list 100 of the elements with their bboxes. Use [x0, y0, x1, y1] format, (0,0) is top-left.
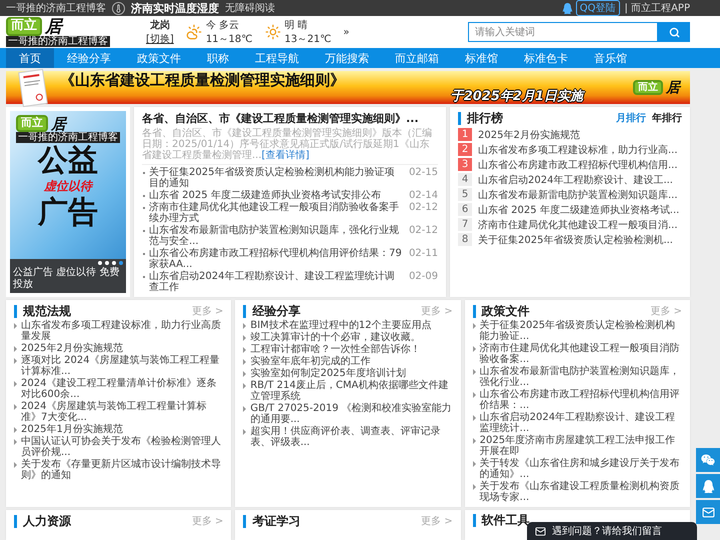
section-title: 人力资源 [14, 514, 192, 528]
slide-dot[interactable] [119, 261, 123, 265]
weather-link[interactable]: 济南实时温度湿度 [131, 0, 219, 16]
slide-dot[interactable] [98, 261, 102, 265]
news-link[interactable]: 山东省公布房建市政工程招标代理机构信用评价结果：79家获AA... [142, 248, 403, 270]
nav-tab[interactable]: 经验分享 [54, 48, 124, 68]
article-link[interactable]: 超实用！供应商评价表、调查表、评审记录表、评级表... [243, 426, 453, 448]
ad-heading: 公益 [38, 144, 98, 176]
article-link[interactable]: 关于发布《存量更新片区城市设计编制技术导则》的通知 [14, 459, 224, 481]
article-link[interactable]: 2025年度济南市房屋建筑工程工法申报工作开展在即 [472, 435, 682, 457]
sun-cloud-icon [186, 24, 202, 40]
nav-tab[interactable]: 标准色卡 [511, 48, 581, 68]
tagline-text: 一哥推的济南工程博客 [6, 2, 106, 15]
ranking-link[interactable]: 济南市住建局优化其他建设工程一般项目消... [478, 218, 678, 232]
accessibility-link[interactable]: 无障碍阅读 [225, 1, 275, 15]
nav-tab[interactable]: 职称 [194, 48, 242, 68]
ranking-link[interactable]: 关于征集2025年省级资质认定检验检测机... [478, 232, 673, 246]
more-weather-link[interactable]: » [343, 26, 350, 38]
float-button[interactable] [696, 500, 720, 524]
search-field[interactable]: 请输入关键词 [468, 22, 658, 42]
search-icon [668, 26, 680, 38]
slide-dot[interactable] [105, 261, 109, 265]
article-link[interactable]: 工程审计都审啥？一次性全部告诉你！ [243, 344, 453, 355]
article-link[interactable]: 山东省公布房建市政工程招标代理机构信用评价结果：... [472, 389, 682, 411]
ranking-link[interactable]: 2025年2月份实施规范 [478, 128, 580, 142]
summary-text: 各省、自治区、市《建设工程质量检测管理实施细则》版本（汇编日期：2025/01/14）序号征求意见稿正式版/试行版延期1《山东省建设工程质量检测管理...[查看详情] [142, 128, 433, 161]
rank-number: 1 [458, 128, 472, 141]
news-date: 02-11 [408, 248, 438, 259]
sun-icon [264, 24, 280, 40]
news-date: 02-12 [408, 225, 438, 236]
article-link[interactable]: 济南市住建局优化其他建设工程一般项目消防验收备案... [472, 343, 682, 365]
news-link[interactable]: 济南市住建局优化其他建设工程一般项目消防验收备案手续办理方式 [142, 202, 403, 224]
article-link[interactable]: 山东省发布多项工程建设标准，助力行业高质量发展 [14, 320, 224, 342]
article-link[interactable]: BIM技术在监理过程中的12个主要应用点 [243, 320, 453, 331]
news-link[interactable]: 山东省发布最新雷电防护装置检测知识题库，强化行业规范与安全... [142, 225, 403, 247]
logo-mark: 而立 [633, 80, 663, 96]
forecast-label: 今 多云 [206, 19, 240, 32]
section-title: 考证学习 [243, 514, 422, 528]
switch-link[interactable]: [切换] [146, 32, 174, 46]
article-link[interactable]: 中国认证认可协会关于发布《检验检测管理人员评价规... [14, 436, 224, 458]
rank-number: 4 [458, 173, 472, 186]
banner-subtitle: 于2025年2月1日实施 [450, 88, 583, 104]
article-link[interactable]: 关于转发《山东省住房和城乡建设厅关于发布的通知》... [472, 458, 682, 480]
banner-title: 《山东省建设工程质量检测管理实施细则》 [60, 72, 346, 88]
logo-glyph: 居 [51, 116, 66, 132]
article-link[interactable]: 关于发布《山东省建设工程质量检测机构资质现场专家... [472, 481, 682, 503]
rank-number: 7 [458, 218, 472, 231]
ranking-tab[interactable]: 年排行 [652, 111, 682, 125]
nav-tab[interactable]: 首页 [6, 48, 54, 68]
ranking-link[interactable]: 山东省启动2024年工程勘察设计、建设工... [478, 172, 673, 186]
slide-dot[interactable] [112, 261, 116, 265]
envelope-icon [535, 526, 546, 536]
ranking-link[interactable]: 山东省 2025 年度二级建造师执业资格考试... [478, 202, 680, 216]
rank-number: 6 [458, 203, 472, 216]
section-title: 政策文件 [472, 304, 650, 318]
article-link[interactable]: 2025年1月份实施规范 [14, 424, 224, 435]
banner[interactable]: 《山东省建设工程质量检测管理实施细则》 于2025年2月1日实施 而立 居 [6, 71, 690, 104]
article-link[interactable]: RB/T 214废止后，CMA机构依据哪些文件建立管理系统 [243, 380, 453, 402]
logo-mark: 而立 [6, 17, 42, 36]
article-link[interactable]: 逐项对比 2024《房屋建筑与装饰工程工程量计算标准... [14, 355, 224, 377]
news-date: 02-15 [408, 167, 438, 178]
article-link[interactable]: 实验室如何制定2025年度培训计划 [243, 368, 453, 379]
penguin-icon [702, 480, 714, 492]
city-name: 龙岗 [150, 18, 170, 32]
news-link[interactable]: 山东省 2025 年度二级建造师执业资格考试安排公布 [142, 190, 403, 201]
details-link[interactable]: [查看详情] [262, 150, 310, 161]
float-button[interactable] [696, 474, 720, 498]
thermometer-icon [112, 2, 125, 14]
rank-number: 2 [458, 143, 472, 156]
rank-number: 3 [458, 158, 472, 171]
ranking-link[interactable]: 山东省公布房建市政工程招标代理机构信用... [478, 158, 678, 172]
nav-tab[interactable]: 万能搜索 [312, 48, 382, 68]
search-button[interactable] [658, 22, 690, 42]
nav-tab[interactable]: 工程导航 [242, 48, 312, 68]
news-link[interactable]: 关于征集2025年省级资质认定检验检测机构能力验证项目的通知 [142, 167, 403, 189]
app-link[interactable]: | 而立工程APP [624, 1, 690, 15]
article-link[interactable]: 2024《建设工程工程量清单计价标准》逐条对比600余... [14, 378, 224, 400]
nav-tab[interactable]: 而立邮箱 [382, 48, 452, 68]
ad-slide[interactable]: 而立 居 一哥推的济南工程博客 公益 虚位以待 广告 公益广告 虚位以待 免费投放 [10, 111, 126, 293]
nav-tab[interactable]: 标准馆 [452, 48, 511, 68]
nav-tab[interactable]: 音乐馆 [581, 48, 640, 68]
logo-slogan: 一哥推的济南工程博客 [6, 36, 110, 47]
headline-link[interactable]: 各省、自治区、市《建设工程质量检测管理实施细则》... [142, 111, 438, 126]
article-link[interactable]: 2024《房屋建筑与装饰工程工程量计算标准》7大变化... [14, 401, 224, 423]
article-link[interactable]: 山东省启动2024年工程勘察设计、建设工程监理统计... [472, 412, 682, 434]
article-link[interactable]: 山东省发布最新雷电防护装置检测知识题库，强化行业... [472, 366, 682, 388]
section-title: 排行榜 [458, 112, 610, 124]
article-link[interactable]: 关于征集2025年省级资质认定检验检测机构能力验证... [472, 320, 682, 342]
article-link[interactable]: GB/T 27025-2019 《检测和校准实验室能力的通用要... [243, 403, 453, 425]
ranking-link[interactable]: 山东省发布多项工程建设标准，助力行业高... [478, 142, 678, 156]
nav-tab[interactable]: 政策文件 [124, 48, 194, 68]
article-link[interactable]: 2025年2月份实施规范 [14, 343, 224, 354]
article-link[interactable]: 竣工决算审计的十个必审，建议收藏。 [243, 332, 453, 343]
float-button[interactable] [696, 448, 720, 472]
article-link[interactable]: 实验室年底年初完成的工作 [243, 356, 453, 367]
ranking-tab[interactable]: 月排行 [616, 111, 646, 125]
rank-number: 8 [458, 233, 472, 246]
ranking-link[interactable]: 山东省发布最新雷电防护装置检测知识题库... [478, 188, 678, 202]
news-link[interactable]: 山东省启动2024年工程勘察设计、建设工程监理统计调查工作 [142, 271, 403, 293]
forecast-label: 明 晴 [284, 18, 309, 32]
